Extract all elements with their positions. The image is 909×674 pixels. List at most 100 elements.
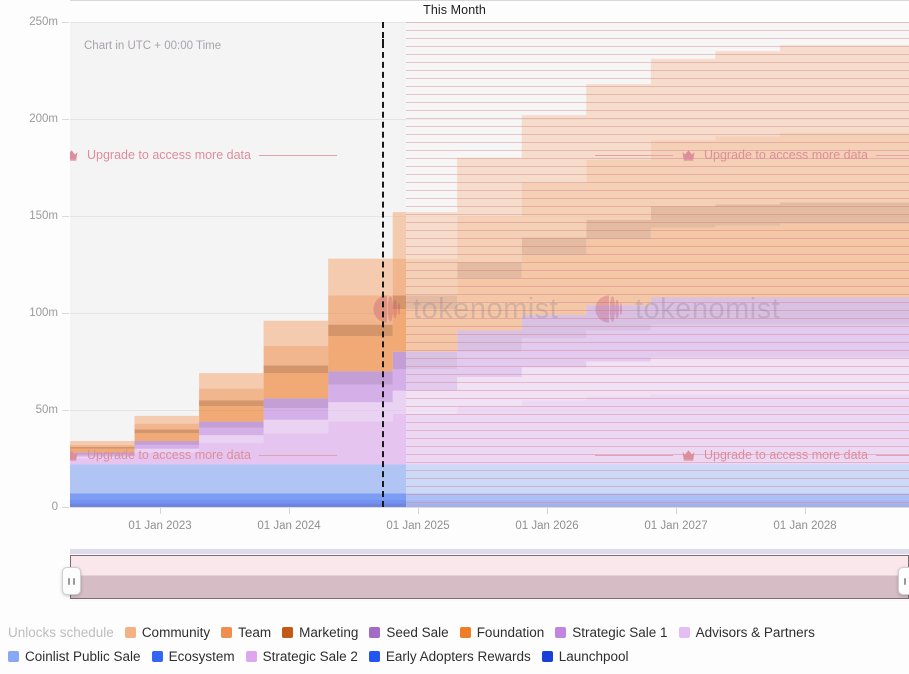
legend-item-seed-sale[interactable]: Seed Sale: [369, 625, 448, 640]
legend-swatch: [679, 627, 690, 638]
upgrade-rule: [876, 455, 909, 456]
y-axis-tick-label: 100m: [0, 307, 58, 319]
x-axis-tick: [676, 508, 677, 514]
upgrade-label: Upgrade to access more data: [87, 148, 251, 162]
legend-label: Coinlist Public Sale: [25, 649, 141, 664]
unlock-schedule-chart-panel: This Month Upgrade to access more data U…: [0, 0, 909, 674]
legend: Unlocks schedule Community Team Marketing S…: [0, 620, 909, 668]
legend-label: Ecosystem: [169, 649, 235, 664]
x-axis-line: [70, 507, 909, 508]
crown-icon: [70, 149, 79, 161]
legend-label: Foundation: [477, 625, 545, 640]
legend-item-community[interactable]: Community: [125, 625, 210, 640]
x-axis-tick-label: 01 Jan 2023: [128, 520, 191, 532]
legend-item-launchpool[interactable]: Launchpool: [542, 649, 629, 664]
x-axis-tick-label: 01 Jan 2024: [257, 520, 320, 532]
legend-swatch: [555, 627, 566, 638]
y-axis-tick-label: 0: [0, 501, 58, 513]
upgrade-rule: [595, 155, 673, 156]
upgrade-cta-bottom-right[interactable]: Upgrade to access more data: [595, 448, 909, 462]
upgrade-label: Upgrade to access more data: [87, 448, 251, 462]
legend-label: Community: [142, 625, 210, 640]
legend-swatch: [246, 651, 257, 662]
legend-label: Team: [238, 625, 271, 640]
x-axis-tick-label: 01 Jan 2028: [773, 520, 836, 532]
legend-item-team[interactable]: Team: [221, 625, 271, 640]
navigator-handle-left[interactable]: [62, 567, 81, 595]
upgrade-rule: [259, 155, 337, 156]
y-axis-tick-label: 150m: [0, 210, 58, 222]
legend-label: Seed Sale: [386, 625, 448, 640]
upgrade-label: Upgrade to access more data: [704, 148, 868, 162]
chart-timezone-note: Chart in UTC + 00:00 Time: [84, 40, 221, 52]
y-axis-tick: [62, 119, 69, 120]
legend-item-strategic-sale-2[interactable]: Strategic Sale 2: [246, 649, 358, 664]
y-axis-tick: [62, 410, 69, 411]
y-axis-tick-label: 250m: [0, 16, 58, 28]
legend-swatch: [369, 651, 380, 662]
navigator-handle-right[interactable]: [898, 567, 909, 595]
legend-item-ecosystem[interactable]: Ecosystem: [152, 649, 235, 664]
x-axis-tick: [160, 508, 161, 514]
series-area: [70, 499, 909, 503]
legend-item-coinlist-public-sale[interactable]: Coinlist Public Sale: [8, 649, 141, 664]
current-month-marker: [382, 22, 384, 507]
x-axis-tick: [289, 508, 290, 514]
x-axis-tick: [805, 508, 806, 514]
x-axis-tick: [547, 508, 548, 514]
legend-item-early-adopters-rewards[interactable]: Early Adopters Rewards: [369, 649, 531, 664]
legend-row-primary: Unlocks schedule Community Team Marketing S…: [8, 620, 901, 644]
legend-item-marketing[interactable]: Marketing: [282, 625, 358, 640]
upgrade-label: Upgrade to access more data: [704, 448, 868, 462]
y-axis-tick-label: 50m: [0, 404, 58, 416]
legend-label: Launchpool: [559, 649, 629, 664]
legend-swatch: [369, 627, 380, 638]
legend-swatch: [460, 627, 471, 638]
legend-label: Marketing: [299, 625, 358, 640]
legend-label: Early Adopters Rewards: [386, 649, 531, 664]
plot-area: Upgrade to access more data Upgrade to a…: [0, 22, 909, 507]
series-area: [70, 493, 909, 499]
legend-swatch: [8, 651, 19, 662]
legend-item-foundation[interactable]: Foundation: [460, 625, 545, 640]
plot-top-border: [70, 0, 909, 1]
upgrade-rule: [876, 155, 909, 156]
current-month-marker-tick: [382, 39, 384, 45]
navigator-selection[interactable]: [70, 555, 909, 599]
y-axis-tick: [62, 22, 69, 23]
upgrade-rule: [595, 455, 673, 456]
y-axis-tick: [62, 507, 69, 508]
legend-item-advisors-partners[interactable]: Advisors & Partners: [679, 625, 815, 640]
legend-swatch: [152, 651, 163, 662]
y-axis-tick: [62, 313, 69, 314]
navigator-preview-band: [70, 549, 909, 554]
legend-label: Strategic Sale 2: [263, 649, 358, 664]
x-axis-tick: [418, 508, 419, 514]
legend-swatch: [125, 627, 136, 638]
upgrade-cta-bottom-left[interactable]: Upgrade to access more data: [70, 448, 337, 462]
crown-icon: [681, 149, 696, 161]
range-navigator[interactable]: [70, 553, 909, 601]
x-axis-tick-label: 01 Jan 2026: [515, 520, 578, 532]
series-area: [70, 464, 909, 493]
legend-title: Unlocks schedule: [8, 625, 114, 640]
x-axis-tick-label: 01 Jan 2025: [386, 520, 449, 532]
upgrade-rule: [259, 455, 337, 456]
y-axis-tick-label: 200m: [0, 113, 58, 125]
legend-row-secondary: Coinlist Public Sale Ecosystem Strategic S…: [8, 644, 901, 668]
legend-item-strategic-sale-1[interactable]: Strategic Sale 1: [555, 625, 667, 640]
legend-swatch: [542, 651, 553, 662]
this-month-label: This Month: [0, 3, 909, 17]
legend-label: Advisors & Partners: [696, 625, 815, 640]
y-axis-tick: [62, 216, 69, 217]
upgrade-cta-top-left[interactable]: Upgrade to access more data: [70, 148, 337, 162]
x-axis-tick-label: 01 Jan 2027: [644, 520, 707, 532]
crown-icon: [681, 449, 696, 461]
stacked-area-series: [70, 22, 909, 507]
legend-swatch: [282, 627, 293, 638]
crown-icon: [70, 449, 79, 461]
plot-canvas[interactable]: Upgrade to access more data Upgrade to a…: [70, 22, 909, 507]
upgrade-cta-top-right[interactable]: Upgrade to access more data: [595, 148, 909, 162]
legend-swatch: [221, 627, 232, 638]
legend-label: Strategic Sale 1: [572, 625, 667, 640]
